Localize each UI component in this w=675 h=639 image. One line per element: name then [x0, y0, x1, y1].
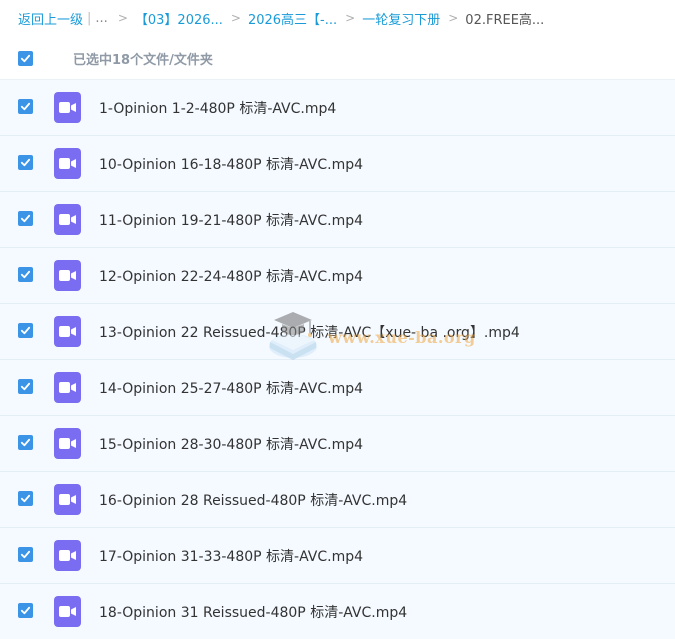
file-checkbox[interactable] — [18, 155, 33, 170]
file-name[interactable]: 17-Opinion 31-33-480P 标清-AVC.mp4 — [99, 546, 363, 566]
file-checkbox[interactable] — [18, 435, 33, 450]
video-file-icon — [54, 540, 81, 571]
file-name[interactable]: 11-Opinion 19-21-480P 标清-AVC.mp4 — [99, 210, 363, 230]
file-name[interactable]: 10-Opinion 16-18-480P 标清-AVC.mp4 — [99, 154, 363, 174]
checkmark-icon — [20, 270, 31, 279]
file-checkbox[interactable] — [18, 491, 33, 506]
file-checkbox[interactable] — [18, 99, 33, 114]
breadcrumb-item-1[interactable]: 【03】2026... — [135, 9, 223, 28]
breadcrumb-ellipsis[interactable]: ... — [95, 11, 107, 26]
checkmark-icon — [20, 550, 31, 559]
breadcrumb-item-3[interactable]: 一轮复习下册 — [362, 9, 440, 28]
file-row[interactable]: 18-Opinion 31 Reissued-480P 标清-AVC.mp4 — [0, 583, 675, 639]
video-file-icon — [54, 596, 81, 627]
checkmark-icon — [20, 326, 31, 335]
file-name[interactable]: 1-Opinion 1-2-480P 标清-AVC.mp4 — [99, 98, 336, 118]
checkmark-icon — [20, 214, 31, 223]
file-row[interactable]: 16-Opinion 28 Reissued-480P 标清-AVC.mp4 — [0, 471, 675, 527]
back-link[interactable]: 返回上一级 — [18, 9, 83, 28]
breadcrumb-separator: > — [117, 11, 128, 25]
video-file-icon — [54, 148, 81, 179]
file-checkbox[interactable] — [18, 603, 33, 618]
checkmark-icon — [20, 494, 31, 503]
file-checkbox[interactable] — [18, 379, 33, 394]
file-row[interactable]: 17-Opinion 31-33-480P 标清-AVC.mp4 — [0, 527, 675, 583]
checkmark-icon — [20, 54, 31, 63]
file-name[interactable]: 18-Opinion 31 Reissued-480P 标清-AVC.mp4 — [99, 602, 407, 622]
breadcrumb-item-2[interactable]: 2026高三【-... — [248, 9, 337, 28]
file-checkbox[interactable] — [18, 547, 33, 562]
file-row[interactable]: 15-Opinion 28-30-480P 标清-AVC.mp4 — [0, 415, 675, 471]
file-checkbox[interactable] — [18, 211, 33, 226]
breadcrumb-current: 02.FREE高... — [465, 12, 545, 28]
file-row[interactable]: 12-Opinion 22-24-480P 标清-AVC.mp4 — [0, 247, 675, 303]
file-name[interactable]: 14-Opinion 25-27-480P 标清-AVC.mp4 — [99, 378, 363, 398]
file-row[interactable]: 14-Opinion 25-27-480P 标清-AVC.mp4 — [0, 359, 675, 415]
breadcrumb-separator: > — [230, 11, 241, 25]
video-file-icon — [54, 92, 81, 123]
breadcrumb-separator: > — [345, 11, 356, 25]
checkmark-icon — [20, 438, 31, 447]
file-row[interactable]: 10-Opinion 16-18-480P 标清-AVC.mp4 — [0, 135, 675, 191]
file-list: 1-Opinion 1-2-480P 标清-AVC.mp4 10-Opinion… — [0, 79, 675, 639]
video-file-icon — [54, 372, 81, 403]
file-name[interactable]: 16-Opinion 28 Reissued-480P 标清-AVC.mp4 — [99, 490, 407, 510]
select-all-bar: 已选中18个文件/文件夹 — [0, 40, 675, 78]
file-row[interactable]: 11-Opinion 19-21-480P 标清-AVC.mp4 — [0, 191, 675, 247]
video-file-icon — [54, 484, 81, 515]
selection-count: 已选中18个文件/文件夹 — [73, 53, 213, 68]
select-all-checkbox[interactable] — [18, 51, 33, 66]
checkmark-icon — [20, 606, 31, 615]
file-name[interactable]: 12-Opinion 22-24-480P 标清-AVC.mp4 — [99, 266, 363, 286]
file-checkbox[interactable] — [18, 323, 33, 338]
breadcrumb-pipe: | — [87, 10, 92, 26]
file-checkbox[interactable] — [18, 267, 33, 282]
file-row[interactable]: 1-Opinion 1-2-480P 标清-AVC.mp4 — [0, 79, 675, 135]
file-row[interactable]: 13-Opinion 22 Reissued-480P 标清-AVC【xue- … — [0, 303, 675, 359]
checkmark-icon — [20, 102, 31, 111]
breadcrumb-separator: > — [448, 11, 459, 25]
file-name[interactable]: 15-Opinion 28-30-480P 标清-AVC.mp4 — [99, 434, 363, 454]
video-file-icon — [54, 204, 81, 235]
video-file-icon — [54, 428, 81, 459]
checkmark-icon — [20, 158, 31, 167]
file-name[interactable]: 13-Opinion 22 Reissued-480P 标清-AVC【xue- … — [99, 322, 520, 342]
video-file-icon — [54, 260, 81, 291]
video-file-icon — [54, 316, 81, 347]
breadcrumb: 返回上一级 | ... > 【03】2026... > 2026高三【-... … — [18, 8, 544, 28]
checkmark-icon — [20, 382, 31, 391]
